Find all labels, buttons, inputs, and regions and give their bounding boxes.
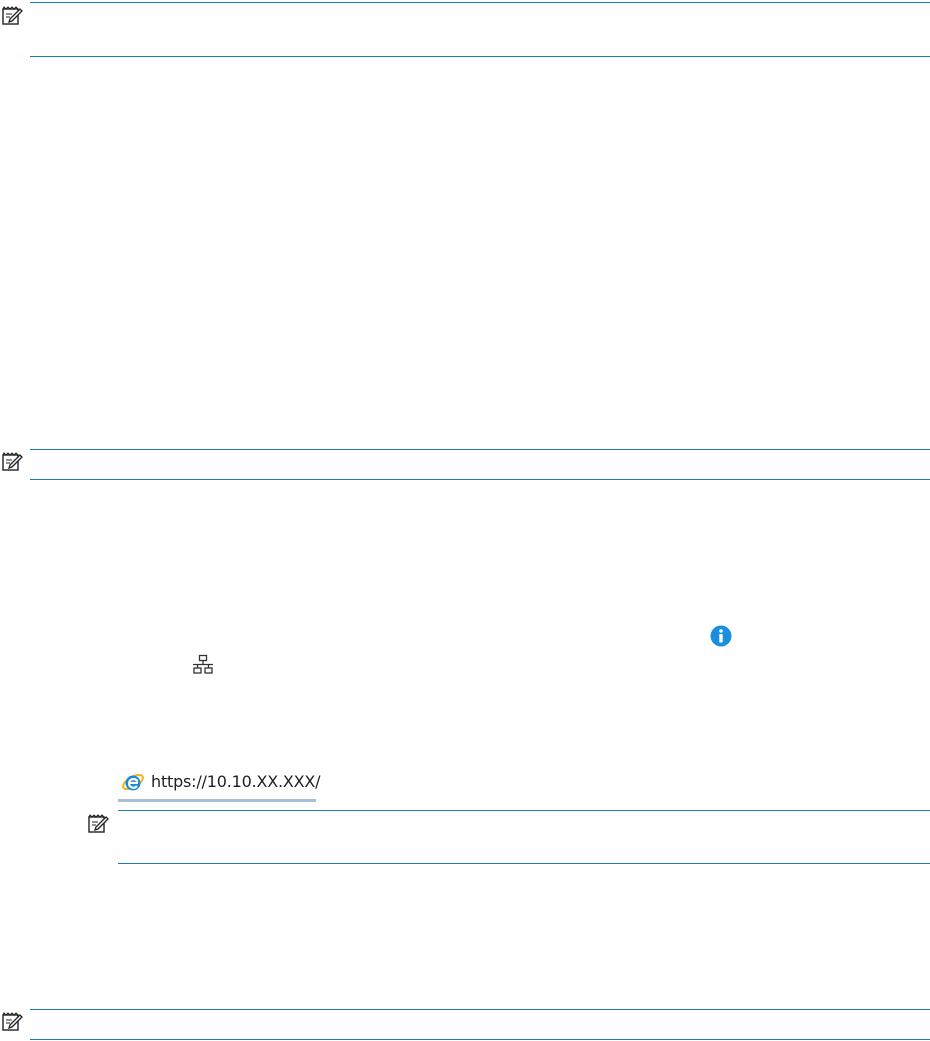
note-top-rule	[30, 2, 930, 3]
internet-explorer-icon	[122, 773, 144, 790]
note-icon	[88, 814, 109, 833]
address-bar-url: https://10.10.XX.XXX/	[151, 772, 321, 791]
note-icon	[2, 6, 23, 25]
info-icon	[710, 625, 732, 647]
network-icon	[193, 654, 213, 674]
note-top-rule	[118, 810, 930, 811]
note-icon	[2, 1012, 23, 1031]
note-top-rule	[30, 1009, 930, 1010]
note-icon	[2, 452, 23, 471]
note-bottom-rule	[118, 863, 930, 864]
note-bottom-rule	[30, 1039, 930, 1040]
browser-address-bar[interactable]: https://10.10.XX.XXX/	[118, 764, 321, 802]
note-top-rule	[30, 449, 930, 450]
note-bottom-rule	[30, 56, 930, 57]
note-bottom-rule	[30, 479, 930, 480]
